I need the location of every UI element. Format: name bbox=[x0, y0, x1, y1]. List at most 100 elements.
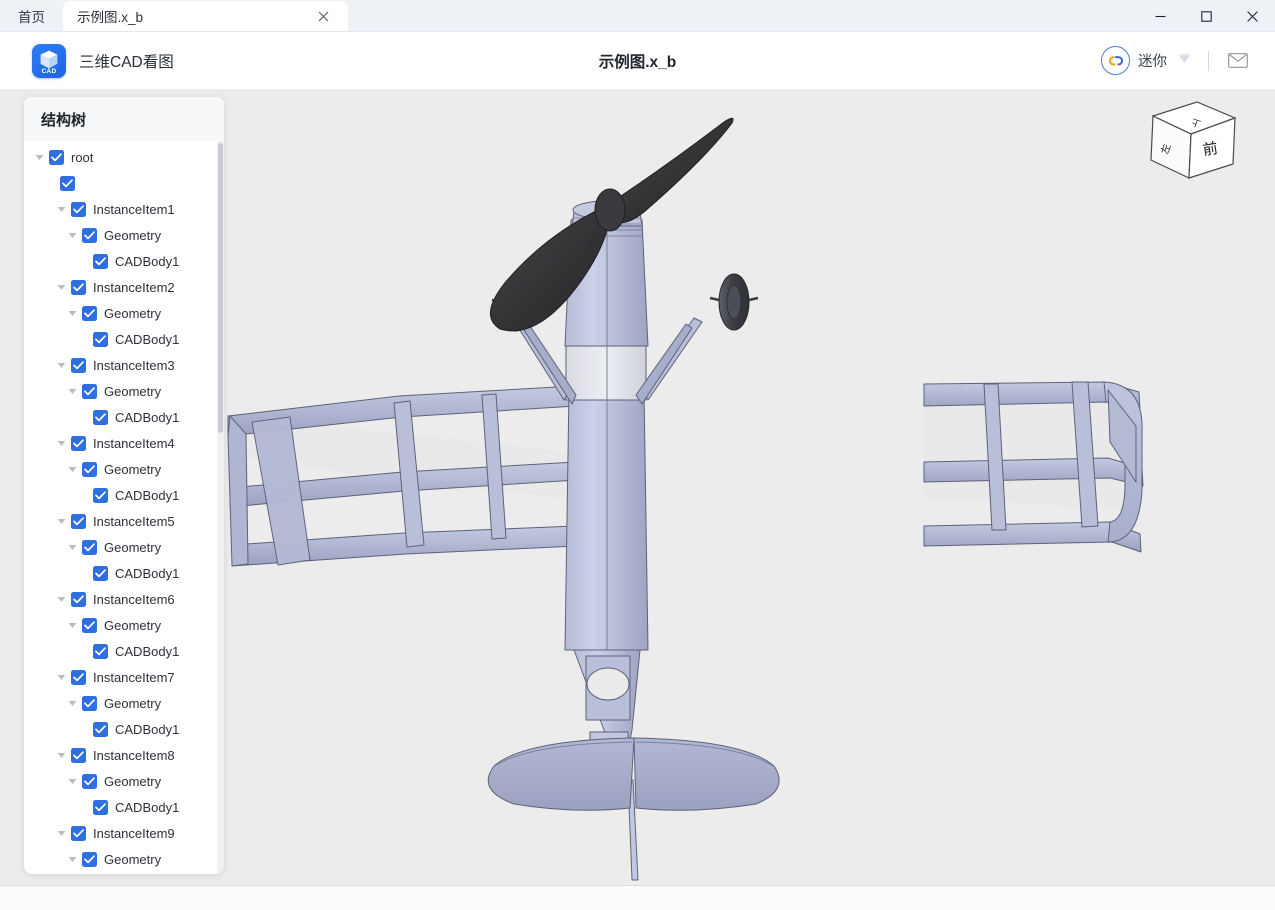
tree-node-checkbox[interactable] bbox=[82, 851, 97, 867]
tree-node[interactable]: CADBody1 bbox=[24, 794, 224, 820]
tree-node[interactable]: Geometry bbox=[24, 846, 224, 872]
minimize-icon[interactable] bbox=[1137, 0, 1183, 32]
chevron-down-icon[interactable] bbox=[32, 150, 46, 164]
page-title: 示例图.x_b bbox=[598, 53, 677, 71]
tree-node-checkbox[interactable] bbox=[71, 201, 86, 217]
tree-node-checkbox[interactable] bbox=[93, 721, 108, 737]
tree-node-checkbox[interactable] bbox=[82, 227, 97, 243]
mail-icon[interactable] bbox=[1225, 48, 1251, 74]
tab-home[interactable]: 首页 bbox=[0, 1, 63, 31]
structure-tree-title: 结构树 bbox=[24, 97, 224, 141]
tree-node-checkbox[interactable] bbox=[60, 175, 75, 191]
tree-node[interactable]: Geometry bbox=[24, 612, 224, 638]
tree-node[interactable]: CADBody1 bbox=[24, 404, 224, 430]
tree-node[interactable]: InstanceItem1 bbox=[24, 196, 224, 222]
chevron-down-icon[interactable] bbox=[65, 540, 79, 554]
tree-node[interactable]: Geometry bbox=[24, 222, 224, 248]
tree-node[interactable]: InstanceItem3 bbox=[24, 352, 224, 378]
tree-node[interactable]: InstanceItem6 bbox=[24, 586, 224, 612]
tree-node[interactable]: CADBody1 bbox=[24, 560, 224, 586]
chevron-down-icon[interactable] bbox=[65, 696, 79, 710]
tree-node[interactable] bbox=[24, 170, 224, 196]
chevron-down-icon[interactable] bbox=[54, 436, 68, 450]
tree-node[interactable]: CADBody1 bbox=[24, 638, 224, 664]
close-icon[interactable] bbox=[1229, 0, 1275, 32]
tree-node-checkbox[interactable] bbox=[93, 253, 108, 269]
tree-node[interactable]: InstanceItem8 bbox=[24, 742, 224, 768]
tree-node[interactable]: CADBody1 bbox=[24, 482, 224, 508]
chevron-down-icon[interactable] bbox=[65, 774, 79, 788]
chevron-down-icon[interactable] bbox=[54, 592, 68, 606]
chevron-down-icon[interactable] bbox=[65, 618, 79, 632]
mini-mode-button[interactable]: 迷你 bbox=[1101, 46, 1192, 75]
mini-mode-label: 迷你 bbox=[1138, 54, 1167, 70]
tree-node[interactable]: CADBody1 bbox=[24, 248, 224, 274]
tree-node-checkbox[interactable] bbox=[93, 487, 108, 503]
tree-node-checkbox[interactable] bbox=[71, 669, 86, 685]
tree-node-label: Geometry bbox=[104, 773, 162, 789]
tree-node-checkbox[interactable] bbox=[71, 825, 86, 841]
tree-node[interactable]: root bbox=[24, 144, 224, 170]
chevron-down-icon[interactable] bbox=[65, 228, 79, 242]
sidebar-scrollbar-thumb[interactable] bbox=[218, 143, 223, 433]
tree-node[interactable]: Geometry bbox=[24, 534, 224, 560]
tree-node-label: CADBody1 bbox=[115, 721, 180, 737]
tree-node-label: Geometry bbox=[104, 227, 162, 243]
chevron-down-icon[interactable] bbox=[65, 852, 79, 866]
tree-node[interactable]: CADBody1 bbox=[24, 716, 224, 742]
tree-node-checkbox[interactable] bbox=[71, 747, 86, 763]
tree-node-checkbox[interactable] bbox=[93, 799, 108, 815]
tree-node-checkbox[interactable] bbox=[82, 773, 97, 789]
tree-node-checkbox[interactable] bbox=[82, 539, 97, 555]
tree-node[interactable]: Geometry bbox=[24, 690, 224, 716]
tree-node[interactable]: Geometry bbox=[24, 300, 224, 326]
tree-node[interactable]: InstanceItem5 bbox=[24, 508, 224, 534]
chevron-down-icon[interactable] bbox=[65, 384, 79, 398]
viewport-3d[interactable]: 前 左 上 bbox=[224, 90, 1275, 885]
tab-bar: 首页 示例图.x_b bbox=[0, 0, 1275, 32]
tree-node-checkbox[interactable] bbox=[49, 149, 64, 165]
tree-node[interactable]: Geometry bbox=[24, 768, 224, 794]
tree-node-checkbox[interactable] bbox=[93, 643, 108, 659]
tree-node-checkbox[interactable] bbox=[82, 695, 97, 711]
chevron-down-icon[interactable] bbox=[54, 514, 68, 528]
tree-node[interactable]: Geometry bbox=[24, 456, 224, 482]
tree-node-checkbox[interactable] bbox=[82, 383, 97, 399]
tree-node-checkbox[interactable] bbox=[93, 331, 108, 347]
tree-node-label: Geometry bbox=[104, 383, 162, 399]
tree-node-checkbox[interactable] bbox=[82, 461, 97, 477]
tree-node-label: InstanceItem1 bbox=[93, 201, 175, 217]
tree-node-checkbox[interactable] bbox=[82, 617, 97, 633]
tree-node-checkbox[interactable] bbox=[71, 513, 86, 529]
chevron-down-icon[interactable] bbox=[54, 358, 68, 372]
tree-node-label: CADBody1 bbox=[115, 331, 180, 347]
tab-document[interactable]: 示例图.x_b bbox=[63, 1, 348, 31]
chevron-down-icon[interactable] bbox=[65, 306, 79, 320]
chevron-down-icon[interactable] bbox=[54, 202, 68, 216]
chevron-down-icon[interactable] bbox=[54, 280, 68, 294]
tree-node-checkbox[interactable] bbox=[93, 565, 108, 581]
tree-node-checkbox[interactable] bbox=[71, 435, 86, 451]
tree-node[interactable]: Geometry bbox=[24, 378, 224, 404]
tree-node[interactable]: CADBody1 bbox=[24, 326, 224, 352]
close-icon[interactable] bbox=[312, 5, 334, 27]
tree-node-checkbox[interactable] bbox=[93, 409, 108, 425]
chevron-down-icon[interactable] bbox=[54, 826, 68, 840]
tree-node[interactable]: InstanceItem7 bbox=[24, 664, 224, 690]
tree-node[interactable]: InstanceItem9 bbox=[24, 820, 224, 846]
chevron-down-icon[interactable] bbox=[54, 748, 68, 762]
chevron-down-icon[interactable] bbox=[65, 462, 79, 476]
tree-node-checkbox[interactable] bbox=[71, 279, 86, 295]
view-cube[interactable]: 前 左 上 bbox=[1131, 98, 1239, 184]
tree-node[interactable]: InstanceItem4 bbox=[24, 430, 224, 456]
maximize-icon[interactable] bbox=[1183, 0, 1229, 32]
tree-node-checkbox[interactable] bbox=[71, 591, 86, 607]
structure-tree[interactable]: root InstanceItem1 Geometry CADBody1 Instanc… bbox=[24, 141, 224, 874]
chevron-down-icon[interactable] bbox=[54, 670, 68, 684]
sidebar-scrollbar-track[interactable] bbox=[217, 141, 224, 874]
tree-node-checkbox[interactable] bbox=[82, 305, 97, 321]
tree-node[interactable]: InstanceItem2 bbox=[24, 274, 224, 300]
tree-node-checkbox[interactable] bbox=[71, 357, 86, 373]
brand: CAD 三维CAD看图 bbox=[0, 43, 174, 78]
structure-tree-panel: 结构树 root InstanceItem1 Geometry CADBody1 Ins… bbox=[24, 97, 224, 874]
